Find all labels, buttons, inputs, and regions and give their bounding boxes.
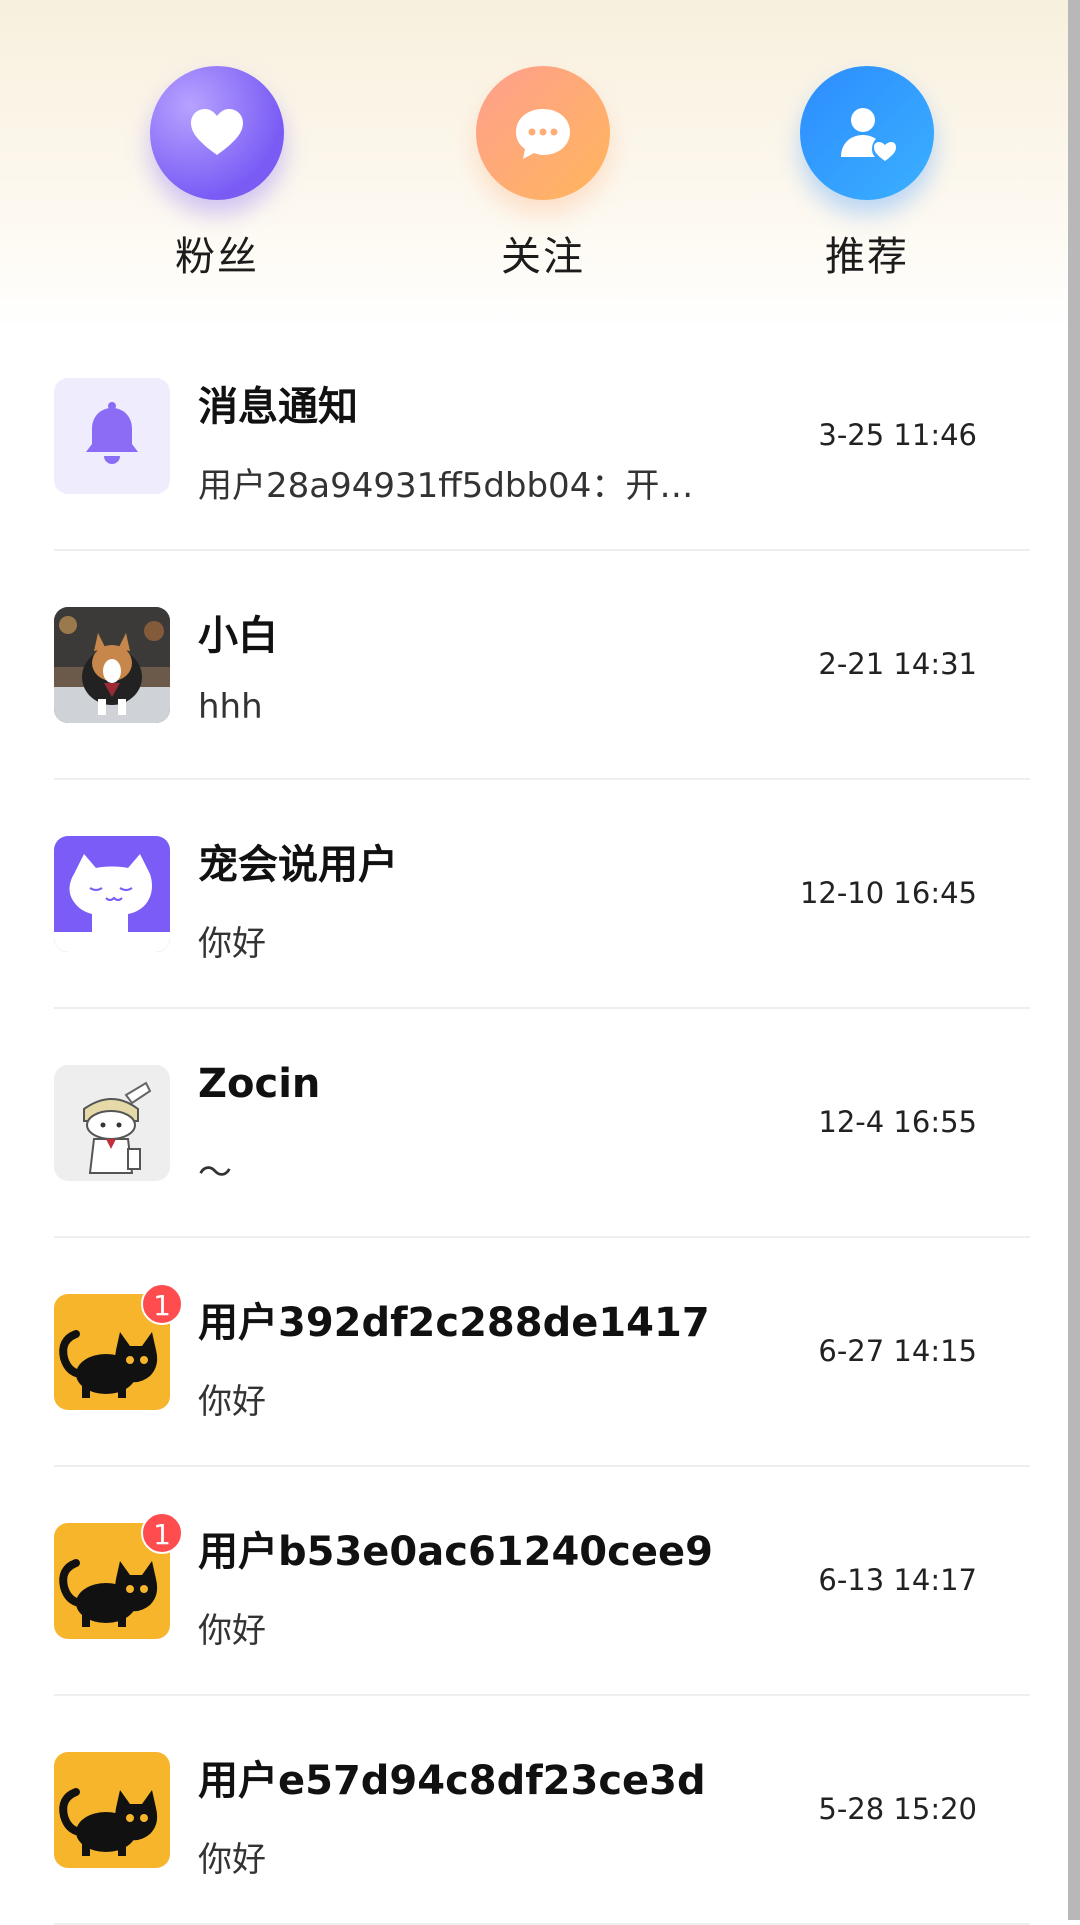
conversation-row-user-e57d9[interactable]: 用户e57d94c8df23ce3d 你好 5-28 15:20 bbox=[0, 1696, 1068, 1925]
recommend-label: 推荐 bbox=[825, 234, 909, 280]
conversation-name: 用户e57d94c8df23ce3d bbox=[198, 1758, 706, 1804]
conversation-time: 6-13 14:17 bbox=[818, 1563, 977, 1597]
rabbit-sketch-avatar-box bbox=[54, 1065, 170, 1181]
conversation-preview: 你好 bbox=[198, 1611, 266, 1651]
user-heart-icon bbox=[841, 108, 896, 161]
conversation-name: 宠会说用户 bbox=[198, 842, 398, 888]
conversation-preview: 你好 bbox=[198, 1382, 266, 1422]
conversation-row-xiaobai[interactable]: 小白 hhh 2-21 14:31 bbox=[0, 551, 1068, 780]
unread-badge: 1 bbox=[141, 1283, 183, 1325]
conversation-name: 小白 bbox=[198, 613, 278, 659]
conversation-row-notifications[interactable]: 消息通知 用户28a94931ff5dbb04：开… 3-25 11:46 bbox=[0, 322, 1068, 551]
conversation-name: Zocin bbox=[198, 1061, 321, 1107]
conversation-row-user-392df[interactable]: 1 用户392df2c288de1417 你好 6-27 14:15 bbox=[0, 1238, 1068, 1467]
conversation-name: 用户392df2c288de1417 bbox=[198, 1300, 710, 1346]
scrollbar[interactable] bbox=[1068, 0, 1080, 1920]
black-cat-avatar-box bbox=[54, 1752, 170, 1868]
bell-icon bbox=[54, 378, 170, 494]
conversation-time: 3-25 11:46 bbox=[818, 418, 977, 452]
follow-label: 关注 bbox=[501, 234, 585, 280]
conversation-list: 消息通知 用户28a94931ff5dbb04：开… 3-25 11:46 小白… bbox=[0, 322, 1068, 1925]
conversation-row-pet-user[interactable]: 宠会说用户 你好 12-10 16:45 bbox=[0, 780, 1068, 1009]
corgi-photo-avatar bbox=[54, 607, 170, 723]
conversation-row-user-b53e0[interactable]: 1 用户b53e0ac61240cee9 你好 6-13 14:17 bbox=[0, 1467, 1068, 1696]
rabbit-sketch-avatar bbox=[54, 1065, 170, 1181]
conversation-time: 12-10 16:45 bbox=[799, 876, 977, 910]
conversation-preview: 用户28a94931ff5dbb04：开… bbox=[198, 466, 694, 506]
conversation-preview: hhh bbox=[198, 687, 263, 727]
notification-avatar bbox=[54, 378, 170, 494]
conversation-name: 消息通知 bbox=[198, 384, 358, 430]
unread-badge: 1 bbox=[141, 1512, 183, 1554]
follow-circle bbox=[476, 66, 610, 200]
fans-circle bbox=[150, 66, 284, 200]
chat-bubble-icon bbox=[516, 109, 570, 159]
messages-page: 粉丝 关注 推荐 消息通知 用户28a94931ff5dbb04：开… 3-25… bbox=[0, 0, 1068, 1925]
fans-button[interactable]: 粉丝 bbox=[117, 66, 317, 286]
conversation-preview: ～ bbox=[198, 1153, 232, 1193]
recommend-circle bbox=[800, 66, 934, 200]
conversation-time: 12-4 16:55 bbox=[818, 1105, 977, 1139]
conversation-time: 6-27 14:15 bbox=[818, 1334, 977, 1368]
heart-icon bbox=[191, 109, 243, 155]
quick-actions-bar: 粉丝 关注 推荐 bbox=[0, 0, 1068, 300]
conversation-preview: 你好 bbox=[198, 924, 266, 964]
recommend-button[interactable]: 推荐 bbox=[767, 66, 967, 286]
white-cat-avatar bbox=[54, 836, 170, 952]
corgi-photo bbox=[54, 607, 170, 723]
conversation-time: 5-28 15:20 bbox=[818, 1792, 977, 1826]
follow-button[interactable]: 关注 bbox=[443, 66, 643, 286]
conversation-preview: 你好 bbox=[198, 1840, 266, 1880]
conversation-row-zocin[interactable]: Zocin ～ 12-4 16:55 bbox=[0, 1009, 1068, 1238]
black-cat-avatar bbox=[54, 1752, 170, 1868]
conversation-name: 用户b53e0ac61240cee9 bbox=[198, 1529, 713, 1575]
white-cat-avatar-box bbox=[54, 836, 170, 952]
conversation-time: 2-21 14:31 bbox=[818, 647, 977, 681]
fans-label: 粉丝 bbox=[175, 234, 259, 280]
